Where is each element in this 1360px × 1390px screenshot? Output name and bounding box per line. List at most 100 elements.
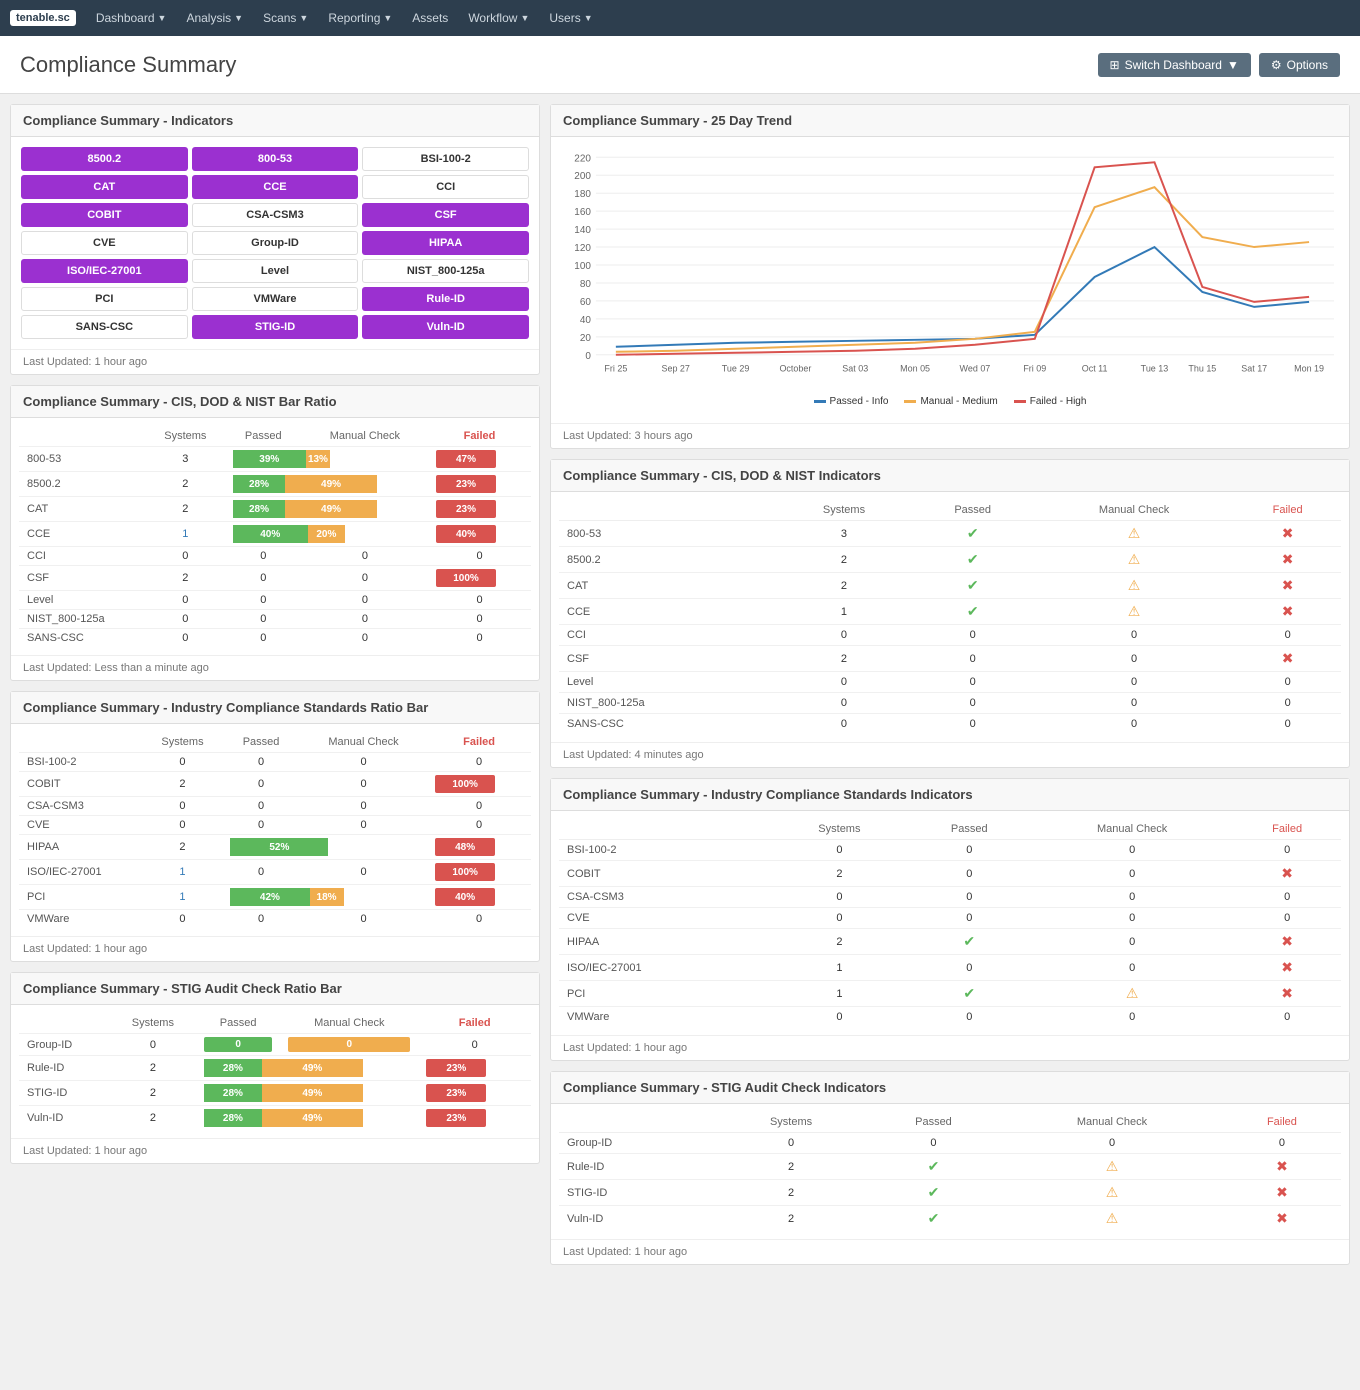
table-row: HIPAA2 ✔ 0 ✖ [559, 929, 1341, 955]
table-row: CCE 1 40% 20% 40% [19, 522, 531, 547]
table-row: 800-533 ✔ ⚠ ✖ [559, 521, 1341, 547]
ind-btn-level[interactable]: Level [192, 259, 359, 283]
table-row: Rule-ID 2 28% 49% 23% [19, 1056, 531, 1081]
table-row: Level0 000 [559, 672, 1341, 693]
ind-btn-cve[interactable]: CVE [21, 231, 188, 255]
svg-text:Mon 19: Mon 19 [1294, 364, 1324, 374]
table-row: 8500.22 ✔ ⚠ ✖ [559, 547, 1341, 573]
cis-bar-table: Systems Passed Manual Check Failed 800-5… [19, 426, 531, 647]
industry-ind-body: Systems Passed Manual Check Failed BSI-1… [551, 811, 1349, 1035]
svg-text:100: 100 [574, 261, 591, 272]
nav-users[interactable]: Users ▼ [541, 7, 600, 29]
ind-btn-stig[interactable]: STIG-ID [192, 315, 359, 339]
cis-bar-body: Systems Passed Manual Check Failed 800-5… [11, 418, 539, 655]
table-row: CSF2 00 ✖ [559, 646, 1341, 672]
nav-assets[interactable]: Assets [404, 7, 456, 29]
svg-text:Fri 25: Fri 25 [604, 364, 627, 374]
col-systems: Systems [146, 426, 225, 447]
table-row: ISO/IEC-27001 1 00 100% [19, 860, 531, 885]
svg-text:80: 80 [580, 279, 592, 290]
gear-icon: ⚙ [1271, 58, 1282, 72]
col-failed: Failed [428, 426, 531, 447]
table-row: STIG-ID 2 28% 49% 23% [19, 1081, 531, 1106]
table-row: CVE0000 [19, 816, 531, 835]
table-row: CCI0 000 [559, 625, 1341, 646]
stig-ind-card: Compliance Summary - STIG Audit Check In… [550, 1071, 1350, 1265]
ind-btn-cobit[interactable]: COBIT [21, 203, 188, 227]
nav-analysis[interactable]: Analysis ▼ [178, 7, 251, 29]
legend-orange-line [904, 400, 916, 403]
indicators-card: Compliance Summary - Indicators 8500.2 8… [10, 104, 540, 375]
table-row: Group-ID0 000 [559, 1133, 1341, 1154]
options-button[interactable]: ⚙ Options [1259, 53, 1340, 77]
nav-workflow[interactable]: Workflow ▼ [460, 7, 537, 29]
industry-ind-footer: Last Updated: 1 hour ago [551, 1035, 1349, 1060]
legend-passed: Passed - Info [814, 396, 889, 407]
stig-ind-body: Systems Passed Manual Check Failed Group… [551, 1104, 1349, 1239]
svg-text:160: 160 [574, 207, 591, 218]
ind-btn-iso[interactable]: ISO/IEC-27001 [21, 259, 188, 283]
indicators-grid: 8500.2 800-53 BSI-100-2 CAT CCE CCI COBI… [11, 137, 539, 349]
svg-text:Oct 11: Oct 11 [1082, 364, 1108, 374]
grid-icon: ⊞ [1110, 58, 1120, 72]
ind-btn-pci[interactable]: PCI [21, 287, 188, 311]
nav-dashboard[interactable]: Dashboard ▼ [88, 7, 175, 29]
svg-text:Mon 05: Mon 05 [900, 364, 930, 374]
table-row: Vuln-ID 2 28% 49% 23% [19, 1106, 531, 1131]
trend-chart: 220 200 180 160 140 120 100 80 60 40 20 … [561, 147, 1339, 387]
ind-btn-cat[interactable]: CAT [21, 175, 188, 199]
stig-ind-table: Systems Passed Manual Check Failed Group… [559, 1112, 1341, 1231]
table-row: CSA-CSM30000 [19, 797, 531, 816]
svg-text:Tue 29: Tue 29 [722, 364, 750, 374]
col-name [19, 426, 146, 447]
ind-btn-cce[interactable]: CCE [192, 175, 359, 199]
table-row: SANS-CSC0 000 [559, 714, 1341, 735]
ind-btn-group[interactable]: Group-ID [192, 231, 359, 255]
ind-btn-rule[interactable]: Rule-ID [362, 287, 529, 311]
industry-bar-body: Systems Passed Manual Check Failed BSI-1… [11, 724, 539, 936]
ind-btn-csf[interactable]: CSF [362, 203, 529, 227]
industry-bar-table: Systems Passed Manual Check Failed BSI-1… [19, 732, 531, 928]
right-column: Compliance Summary - 25 Day Trend 220 20… [550, 104, 1350, 1265]
ind-btn-8500[interactable]: 8500.2 [21, 147, 188, 171]
logo[interactable]: tenable.sc [10, 10, 76, 26]
industry-bar-title: Compliance Summary - Industry Compliance… [11, 692, 539, 724]
ind-btn-bsi[interactable]: BSI-100-2 [362, 147, 529, 171]
table-row: BSI-100-20000 [19, 753, 531, 772]
table-row: Vuln-ID2 ✔ ⚠ ✖ [559, 1206, 1341, 1232]
ind-btn-nist125[interactable]: NIST_800-125a [362, 259, 529, 283]
chart-area: 220 200 180 160 140 120 100 80 60 40 20 … [551, 137, 1349, 423]
page-header: Compliance Summary ⊞ Switch Dashboard ▼ … [0, 36, 1360, 94]
table-row: ISO/IEC-270011 00 ✖ [559, 955, 1341, 981]
ind-btn-sans[interactable]: SANS-CSC [21, 315, 188, 339]
svg-text:0: 0 [585, 351, 591, 362]
chevron-down-icon: ▼ [584, 13, 593, 23]
top-nav: tenable.sc Dashboard ▼ Analysis ▼ Scans … [0, 0, 1360, 36]
table-row: PCI 1 42% 18% 40% [19, 885, 531, 910]
legend-failed: Failed - High [1014, 396, 1087, 407]
svg-text:Sat 17: Sat 17 [1241, 364, 1267, 374]
nav-reporting[interactable]: Reporting ▼ [320, 7, 400, 29]
cis-ind-card: Compliance Summary - CIS, DOD & NIST Ind… [550, 459, 1350, 768]
chevron-down-icon: ▼ [383, 13, 392, 23]
switch-dashboard-button[interactable]: ⊞ Switch Dashboard ▼ [1098, 53, 1251, 77]
ind-btn-csa[interactable]: CSA-CSM3 [192, 203, 359, 227]
main-content: Compliance Summary - Indicators 8500.2 8… [0, 94, 1360, 1275]
trend-title: Compliance Summary - 25 Day Trend [551, 105, 1349, 137]
table-row: SANS-CSC 0 0 0 0 [19, 629, 531, 648]
ind-btn-hipaa[interactable]: HIPAA [362, 231, 529, 255]
indicators-card-title: Compliance Summary - Indicators [11, 105, 539, 137]
ind-btn-vmware[interactable]: VMWare [192, 287, 359, 311]
trend-card: Compliance Summary - 25 Day Trend 220 20… [550, 104, 1350, 449]
col-manual: Manual Check [302, 426, 428, 447]
cis-ind-body: Systems Passed Manual Check Failed 800-5… [551, 492, 1349, 742]
ind-btn-800-53[interactable]: 800-53 [192, 147, 359, 171]
nav-scans[interactable]: Scans ▼ [255, 7, 316, 29]
table-row: VMWare0000 [19, 910, 531, 929]
svg-text:60: 60 [580, 297, 592, 308]
ind-btn-vuln[interactable]: Vuln-ID [362, 315, 529, 339]
table-row: CCE1 ✔ ⚠ ✖ [559, 599, 1341, 625]
ind-btn-cci[interactable]: CCI [362, 175, 529, 199]
table-row: Rule-ID2 ✔ ⚠ ✖ [559, 1154, 1341, 1180]
cis-ind-title: Compliance Summary - CIS, DOD & NIST Ind… [551, 460, 1349, 492]
